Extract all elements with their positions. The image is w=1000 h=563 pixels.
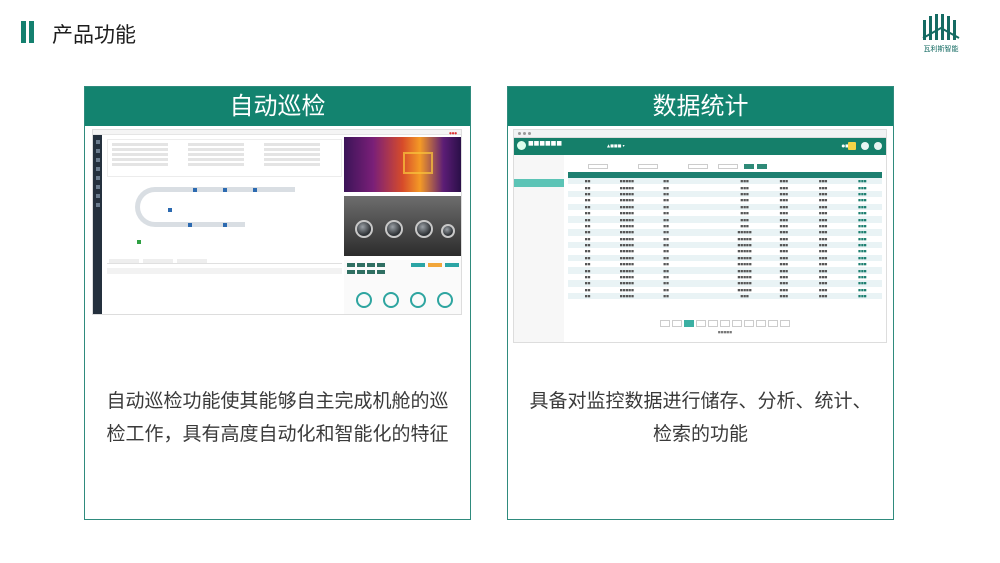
data-statistics-screenshot: ■■■■■■ ▲■■■ ▾ ●■■ ▾ ■■■■■■■■■■■■■■■■■■■■… xyxy=(513,129,887,343)
knob-image xyxy=(385,220,403,238)
app-main: ■■ ■■■■■ ■■ ■■■ ■■■ ■■■ ■■■ ■■ ■■■■■ ■■ ■■■ ■■■ ■■■… xyxy=(568,157,882,342)
screenshot-sidebar xyxy=(93,135,102,314)
control-button xyxy=(445,263,459,267)
app-header: ■■■■■■ ▲■■■ ▾ ●■■ ▾ xyxy=(514,138,886,155)
auto-inspection-title: 自动巡检 xyxy=(85,87,470,126)
app-sidebar xyxy=(514,155,564,342)
knob-image xyxy=(441,224,455,238)
filter-bar xyxy=(568,163,882,172)
track-curve xyxy=(135,187,245,227)
track-node xyxy=(193,188,197,192)
control-button xyxy=(367,270,375,274)
pagination-total: ■■■■■ xyxy=(717,330,733,334)
auto-inspection-card: 自动巡检 ●●● 自动巡检功能使其能够自主完成机舱的巡检工作，具有高度自动化和智… xyxy=(84,86,471,520)
thermal-overlay xyxy=(403,152,433,174)
search-button xyxy=(744,164,754,169)
app-logo-icon xyxy=(517,141,526,150)
filter-input xyxy=(688,164,708,169)
screenshot-table-header xyxy=(107,268,342,274)
knob-image xyxy=(355,220,373,238)
status-dot xyxy=(137,240,141,244)
logo-text: 瓦利斯智能 xyxy=(923,45,959,53)
knob-image xyxy=(415,220,433,238)
dial-icon xyxy=(437,292,453,308)
browser-bar xyxy=(514,130,886,138)
filter-input xyxy=(718,164,738,169)
data-statistics-card: 数据统计 ■■■■■■ ▲■■■ ▾ ●■■ ▾ xyxy=(507,86,894,520)
auto-inspection-screenshot: ●●● xyxy=(92,129,462,315)
page-title: 产品功能 xyxy=(52,23,136,47)
control-button xyxy=(347,270,355,274)
control-button xyxy=(357,270,365,274)
title-accent-bars xyxy=(21,21,34,43)
control-button xyxy=(428,263,442,267)
control-button xyxy=(357,263,365,267)
track-node xyxy=(188,223,192,227)
data-table: ■■ ■■■■■ ■■ ■■■ ■■■ ■■■ ■■■ ■■ ■■■■■ ■■ ■■■ ■■■ ■■■… xyxy=(568,172,882,300)
pagination xyxy=(568,320,882,328)
screenshot-topbar: ●●● xyxy=(93,130,461,135)
control-button xyxy=(377,270,385,274)
dial-icon xyxy=(356,292,372,308)
control-button xyxy=(347,263,355,267)
filter-input xyxy=(588,164,608,169)
control-button xyxy=(411,263,425,267)
app-header-icons xyxy=(848,142,882,150)
auto-inspection-description: 自动巡检功能使其能够自主完成机舱的巡检工作，具有高度自动化和智能化的特征 xyxy=(106,390,449,445)
app-nav: ▲■■■ ▾ xyxy=(607,143,625,148)
data-statistics-description: 具备对监控数据进行储存、分析、统计、检索的功能 xyxy=(529,390,872,445)
dial-icon xyxy=(383,292,399,308)
control-button xyxy=(367,263,375,267)
track-bottom xyxy=(155,222,245,227)
track-node xyxy=(223,223,227,227)
track-node xyxy=(223,188,227,192)
data-statistics-title: 数据统计 xyxy=(508,87,893,126)
dial-icon xyxy=(410,292,426,308)
app-title: ■■■■■■ xyxy=(528,140,563,147)
filter-input xyxy=(638,164,658,169)
screenshot-tabs xyxy=(107,258,342,264)
track-node xyxy=(253,188,257,192)
track-node xyxy=(168,208,172,212)
control-button xyxy=(377,263,385,267)
reset-button xyxy=(757,164,767,169)
screenshot-info-panel xyxy=(107,139,342,177)
